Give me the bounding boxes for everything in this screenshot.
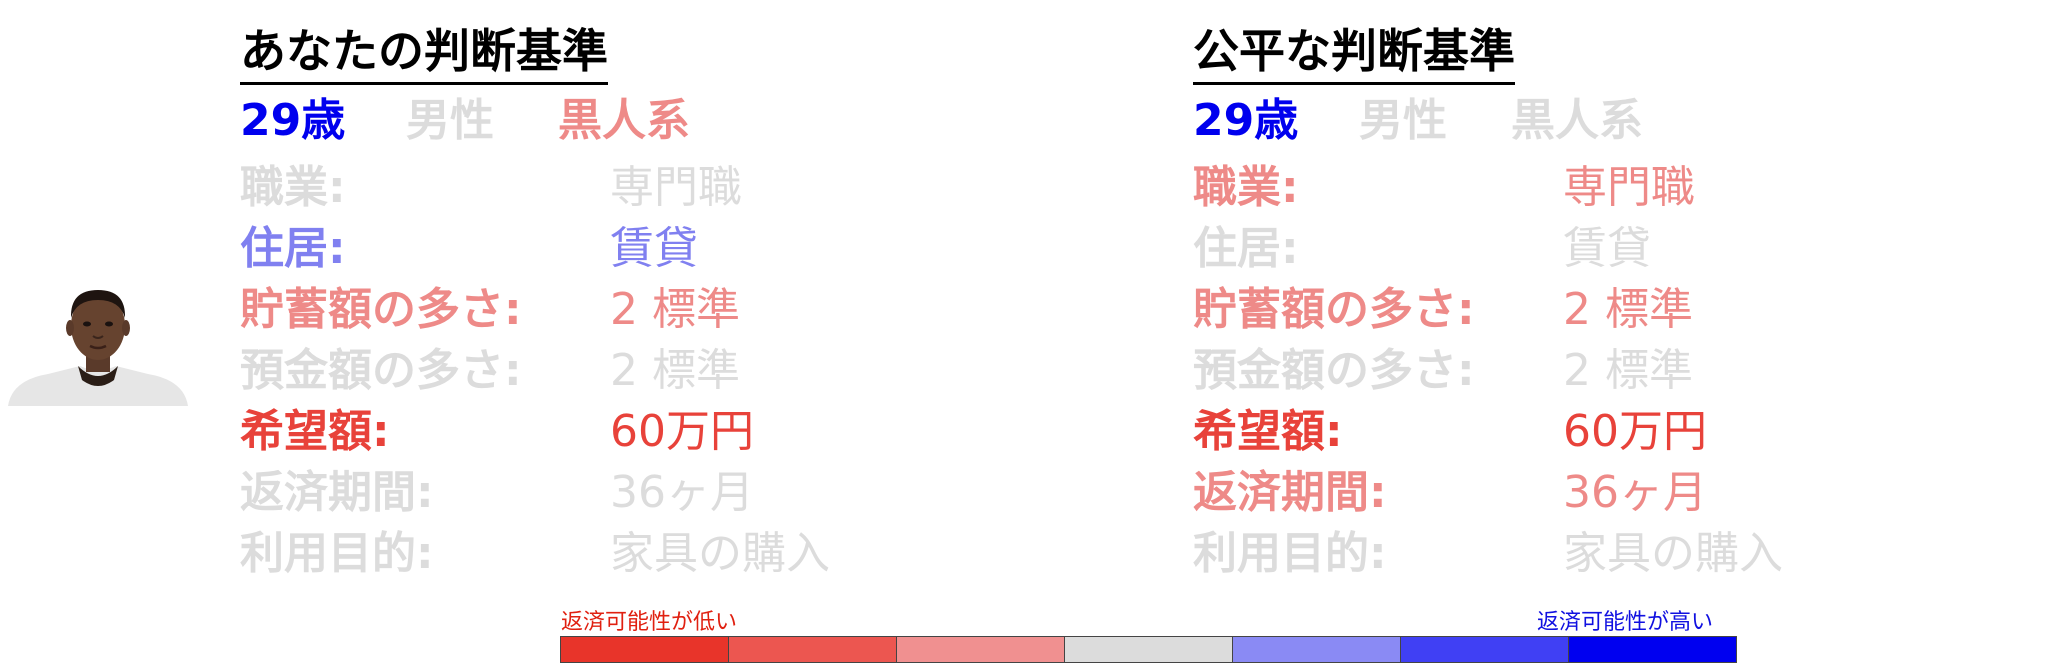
attribute-row-deposit: 預金額の多さ: 2 標準 [1193,340,1693,401]
person-portrait-icon [8,282,188,406]
attribute-row-amount: 希望額: 60万円 [1193,401,1707,462]
attribute-value: 36ヶ月 [610,467,754,518]
gender-label: 男性 [1359,95,1447,146]
attribute-value: 専門職 [1563,162,1695,213]
color-scale [560,636,1737,663]
attribute-key: 返済期間: [1193,467,1387,518]
legend-low-label: 返済可能性が低い [561,610,738,635]
attribute-row-amount: 希望額: 60万円 [240,401,754,462]
age-label: 29歳 [1193,95,1299,146]
left-panel: あなたの判断基準 29歳 男性 黒人系 職業: 専門職 住居: 賃貸 貯蓄額の多… [240,22,830,584]
attribute-value: 2 標準 [610,345,740,396]
attribute-key: 職業: [240,162,346,213]
attribute-row-term: 返済期間: 36ヶ月 [1193,462,1707,523]
attribute-value: 60万円 [1563,406,1707,457]
attribute-value: 2 標準 [610,284,740,335]
attribute-key: 返済期間: [240,467,434,518]
attribute-key: 利用目的: [240,528,434,579]
attribute-row-occupation: 職業: 専門職 [1193,157,1695,218]
attribute-value: 家具の購入 [1563,528,1783,579]
attribute-key: 利用目的: [1193,528,1387,579]
attribute-row-purpose: 利用目的: 家具の購入 [1193,523,1783,584]
race-label: 黒人系 [1511,95,1643,146]
attribute-key: 貯蓄額の多さ: [1193,284,1475,335]
attribute-key: 希望額: [1193,406,1343,457]
attribute-key: 預金額の多さ: [240,345,522,396]
attribute-row-deposit: 預金額の多さ: 2 標準 [240,340,740,401]
attribute-row-occupation: 職業: 専門職 [240,157,742,218]
attribute-value: 家具の購入 [610,528,830,579]
color-swatch [1569,637,1736,662]
attribute-key: 住居: [240,223,346,274]
color-swatch [1065,637,1233,662]
attribute-row-purpose: 利用目的: 家具の購入 [240,523,830,584]
attribute-value: 36ヶ月 [1563,467,1707,518]
attribute-value: 専門職 [610,162,742,213]
attribute-value: 60万円 [610,406,754,457]
color-swatch [561,637,729,662]
attribute-row-savings: 貯蓄額の多さ: 2 標準 [1193,279,1693,340]
attribute-key: 希望額: [240,406,390,457]
attribute-key: 住居: [1193,223,1299,274]
age-label: 29歳 [240,95,346,146]
color-swatch [897,637,1065,662]
gender-label: 男性 [406,95,494,146]
color-swatch [729,637,897,662]
attribute-list: 職業: 専門職 住居: 賃貸 貯蓄額の多さ: 2 標準 預金額の多さ: 2 標準… [1193,157,1783,584]
demographics: 29歳 男性 黒人系 [1193,93,1643,149]
attribute-value: 2 標準 [1563,284,1693,335]
attribute-key: 預金額の多さ: [1193,345,1475,396]
legend-high-label: 返済可能性が高い [1537,610,1714,635]
color-swatch [1401,637,1569,662]
attribute-row-housing: 住居: 賃貸 [1193,218,1651,279]
attribute-key: 職業: [1193,162,1299,213]
demographics: 29歳 男性 黒人系 [240,93,690,149]
attribute-value: 2 標準 [1563,345,1693,396]
attribute-row-savings: 貯蓄額の多さ: 2 標準 [240,279,740,340]
attribute-row-housing: 住居: 賃貸 [240,218,698,279]
panel-title: あなたの判断基準 [240,22,608,85]
attribute-value: 賃貸 [610,223,698,274]
attribute-row-term: 返済期間: 36ヶ月 [240,462,754,523]
color-swatch [1233,637,1401,662]
race-label: 黒人系 [558,95,690,146]
attribute-value: 賃貸 [1563,223,1651,274]
right-panel: 公平な判断基準 29歳 男性 黒人系 職業: 専門職 住居: 賃貸 貯蓄額の多さ… [1193,22,1783,584]
attribute-key: 貯蓄額の多さ: [240,284,522,335]
panel-title: 公平な判断基準 [1193,22,1515,85]
attribute-list: 職業: 専門職 住居: 賃貸 貯蓄額の多さ: 2 標準 預金額の多さ: 2 標準… [240,157,830,584]
